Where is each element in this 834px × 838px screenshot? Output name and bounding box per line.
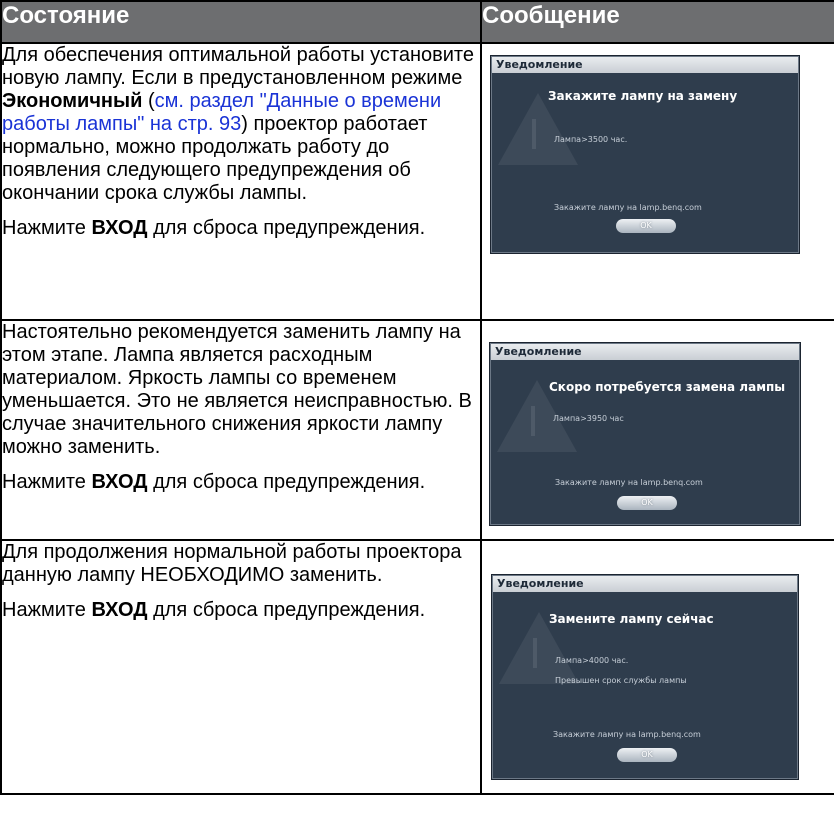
notification-dialog: Уведомление Скоро потребуется замена лам… (490, 343, 800, 525)
warning-icon (498, 93, 578, 165)
lamp-hours-text: Лампа>3500 час. (554, 135, 628, 144)
reset-instruction: Нажмите ВХОД для сброса предупреждения. (2, 599, 426, 621)
lamp-hours-text: Лампа>4000 час. (555, 656, 629, 665)
dialog-title: Скоро потребуется замена лампы (549, 380, 786, 394)
warning-mark (532, 119, 536, 149)
notification-dialog: Уведомление Замените лампу сейчас Лампа>… (492, 575, 798, 779)
dialog-title-bar: Уведомление (492, 57, 798, 73)
state-cell: Для обеспечения оптимальной работы устан… (0, 42, 482, 321)
enter-key-label: ВХОД (91, 217, 148, 239)
state-description: Для продолжения нормальной работы проект… (2, 541, 462, 586)
state-description: Для обеспечения оптимальной работы устан… (2, 44, 474, 204)
message-cell: Уведомление Скоро потребуется замена лам… (480, 319, 834, 541)
order-lamp-text: Закажите лампу на lamp.benq.com (555, 478, 703, 487)
message-cell: Уведомление Замените лампу сейчас Лампа>… (480, 539, 834, 795)
dialog-title-bar: Уведомление (491, 344, 799, 360)
order-lamp-text: Закажите лампу на lamp.benq.com (553, 730, 701, 739)
state-description: Настоятельно рекомендуется заменить ламп… (2, 321, 472, 458)
state-cell: Настоятельно рекомендуется заменить ламп… (0, 319, 482, 541)
lamp-status-table: Состояние Сообщение Для обеспечения опти… (0, 0, 834, 795)
notification-dialog: Уведомление Закажите лампу на замену Лам… (491, 56, 799, 253)
lamp-hours-text: Лампа>3950 час (553, 414, 624, 423)
warning-mark (531, 406, 535, 436)
enter-key-label: ВХОД (91, 599, 148, 621)
ok-button[interactable]: OK (616, 219, 676, 233)
reset-instruction: Нажмите ВХОД для сброса предупреждения. (2, 471, 426, 493)
mode-name: Экономичный (2, 90, 143, 112)
ok-button[interactable]: OK (617, 496, 677, 510)
enter-key-label: ВХОД (91, 471, 148, 493)
dialog-title-bar: Уведомление (493, 576, 797, 592)
ok-button[interactable]: OK (617, 748, 677, 762)
column-header-message: Сообщение (480, 0, 834, 44)
reset-instruction: Нажмите ВХОД для сброса предупреждения. (2, 217, 426, 239)
table-row: Настоятельно рекомендуется заменить ламп… (0, 319, 834, 541)
state-cell: Для продолжения нормальной работы проект… (0, 539, 482, 795)
column-header-state: Состояние (0, 0, 482, 44)
order-lamp-text: Закажите лампу на lamp.benq.com (554, 203, 702, 212)
table-header-row: Состояние Сообщение (0, 0, 834, 44)
dialog-title: Замените лампу сейчас (549, 612, 714, 626)
warning-mark (533, 638, 537, 668)
dialog-title: Закажите лампу на замену (548, 89, 738, 103)
table-row: Для обеспечения оптимальной работы устан… (0, 42, 834, 321)
lamp-life-exceeded-text: Превышен срок службы лампы (555, 676, 687, 685)
table-row: Для продолжения нормальной работы проект… (0, 539, 834, 795)
message-cell: Уведомление Закажите лампу на замену Лам… (480, 42, 834, 321)
